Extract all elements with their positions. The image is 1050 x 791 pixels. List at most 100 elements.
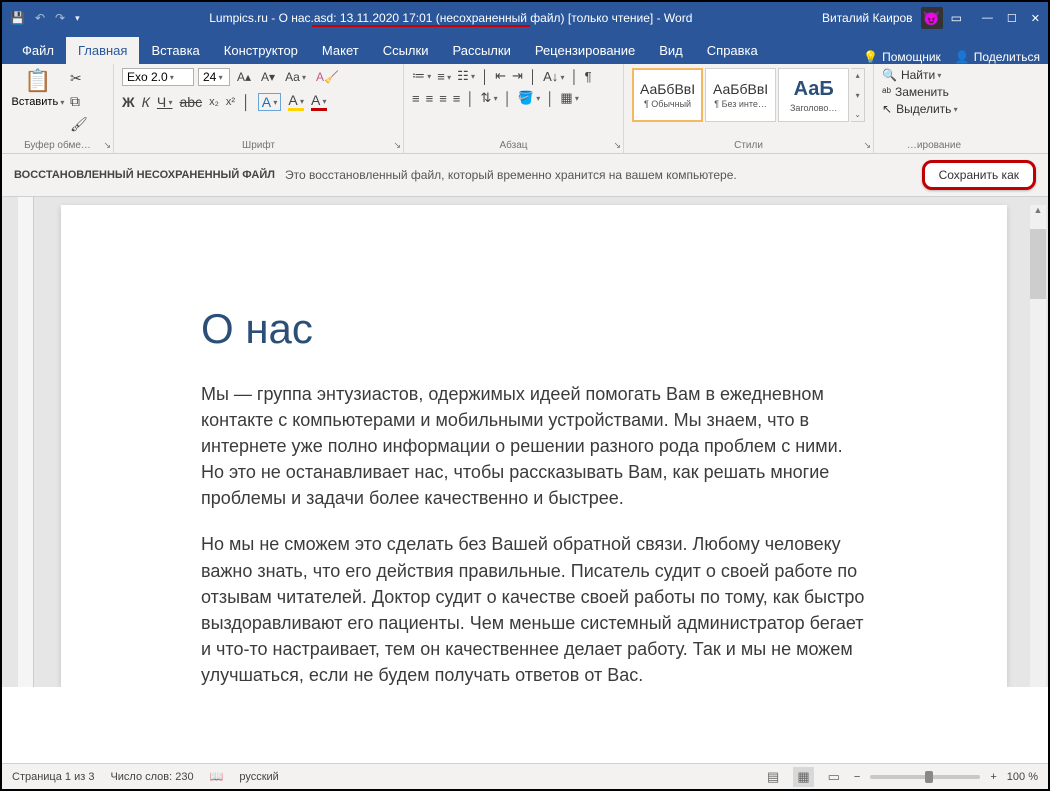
text-effects-button[interactable]: A [258, 93, 282, 111]
share-button[interactable]: 👤Поделиться [955, 50, 1040, 64]
group-editing-label: …ирование [882, 138, 986, 151]
vertical-ruler[interactable] [18, 197, 34, 687]
group-styles: АаБбВвI ¶ Обычный АаБбВвI ¶ Без инте… Аа… [624, 64, 874, 153]
group-styles-label: Стили [632, 138, 865, 151]
clear-format-icon[interactable]: A🧹 [313, 70, 342, 84]
undo-icon[interactable]: ↶ [35, 11, 45, 25]
tell-me[interactable]: 💡Помощник [863, 50, 941, 64]
shading-icon[interactable]: 🪣 [518, 90, 540, 106]
tab-view[interactable]: Вид [647, 37, 695, 64]
tab-help[interactable]: Справка [695, 37, 770, 64]
italic-button[interactable]: К [142, 94, 150, 110]
window-title: Lumpics.ru - О нас.asd: 13.11.2020 17:01… [80, 11, 822, 25]
tab-design[interactable]: Конструктор [212, 37, 310, 64]
superscript-button[interactable]: x² [226, 96, 235, 108]
copy-icon[interactable]: ⧉ [70, 93, 88, 110]
bullets-icon[interactable]: ≔ [412, 68, 431, 84]
proofing-icon[interactable]: 📖 [210, 770, 224, 783]
close-icon[interactable]: ✕ [1031, 12, 1040, 25]
cut-icon[interactable]: ✂ [70, 70, 88, 87]
redo-icon[interactable]: ↷ [55, 11, 65, 25]
change-case-icon[interactable]: Aa [282, 70, 309, 84]
strike-button[interactable]: abc [180, 94, 203, 110]
group-font: Exo 2.0 24 A▴ A▾ Aa A🧹 Ж К Ч abc x₂ x² │… [114, 64, 404, 153]
align-center-icon[interactable]: ≡ [426, 91, 434, 106]
sort-icon[interactable]: A↓ [543, 69, 564, 84]
align-right-icon[interactable]: ≡ [439, 91, 447, 106]
recovery-title: ВОССТАНОВЛЕННЫЙ НЕСОХРАНЕННЫЙ ФАЙЛ [14, 169, 275, 181]
grow-font-icon[interactable]: A▴ [234, 70, 254, 84]
multilevel-icon[interactable]: ☷ [457, 68, 475, 84]
scroll-thumb[interactable] [1030, 229, 1046, 299]
titlebar: 💾 ↶ ↷ ▾ Lumpics.ru - О нас.asd: 13.11.20… [2, 2, 1048, 34]
tab-home[interactable]: Главная [66, 37, 139, 64]
view-read-icon[interactable]: ▤ [763, 767, 783, 787]
ribbon-tabs: Файл Главная Вставка Конструктор Макет С… [2, 34, 1048, 64]
zoom-in-icon[interactable]: + [990, 771, 996, 783]
replace-icon: ᵃᵇ [882, 85, 891, 99]
shrink-font-icon[interactable]: A▾ [258, 70, 278, 84]
save-icon[interactable]: 💾 [10, 11, 25, 25]
group-font-label: Шрифт [122, 138, 395, 151]
tab-layout[interactable]: Макет [310, 37, 371, 64]
show-marks-icon[interactable]: ¶ [585, 69, 592, 84]
style-no-spacing[interactable]: АаБбВвI ¶ Без инте… [705, 68, 776, 122]
bold-button[interactable]: Ж [122, 94, 135, 110]
highlight-button[interactable]: A [288, 92, 304, 111]
tab-references[interactable]: Ссылки [371, 37, 441, 64]
subscript-button[interactable]: x₂ [209, 96, 219, 108]
status-page[interactable]: Страница 1 из 3 [12, 771, 94, 783]
save-as-button[interactable]: Сохранить как [922, 160, 1036, 190]
clipboard-icon: 📋 [24, 68, 51, 94]
user-avatar[interactable]: 😈 [921, 7, 943, 29]
status-language[interactable]: русский [239, 771, 278, 783]
font-launcher-icon[interactable]: ↘ [393, 140, 401, 151]
font-size-select[interactable]: 24 [198, 68, 230, 86]
zoom-slider[interactable] [870, 775, 980, 779]
borders-icon[interactable]: ▦ [560, 90, 579, 106]
indent-icon[interactable]: ⇥ [512, 68, 523, 84]
group-paragraph-label: Абзац [412, 138, 615, 151]
line-spacing-icon[interactable]: ⇅ [481, 90, 498, 106]
align-left-icon[interactable]: ≡ [412, 91, 420, 106]
format-painter-icon[interactable]: 🖌 [70, 116, 88, 133]
maximize-icon[interactable]: ☐ [1007, 12, 1017, 25]
style-normal[interactable]: АаБбВвI ¶ Обычный [632, 68, 703, 122]
document-area: О нас Мы — группа энтузиастов, одержимых… [2, 197, 1048, 687]
find-button[interactable]: 🔍Найти [882, 68, 941, 82]
user-name[interactable]: Виталий Каиров [822, 11, 913, 25]
outdent-icon[interactable]: ⇤ [495, 68, 506, 84]
paragraph-launcher-icon[interactable]: ↘ [613, 140, 621, 151]
zoom-out-icon[interactable]: − [854, 771, 860, 783]
ribbon: 📋 Вставить ✂ ⧉ 🖌 Буфер обме… ↘ Exo 2.0 2… [2, 64, 1048, 154]
doc-heading: О нас [201, 305, 867, 353]
lightbulb-icon: 💡 [863, 50, 878, 64]
styles-launcher-icon[interactable]: ↘ [863, 140, 871, 151]
scroll-up-icon[interactable]: ▲ [1030, 205, 1046, 215]
ribbon-display-icon[interactable]: ▭ [951, 11, 962, 25]
group-editing: 🔍Найти ᵃᵇЗаменить ↖Выделить …ирование [874, 64, 994, 153]
status-words[interactable]: Число слов: 230 [110, 771, 193, 783]
tab-insert[interactable]: Вставка [139, 37, 211, 64]
zoom-level[interactable]: 100 % [1007, 771, 1038, 783]
font-name-select[interactable]: Exo 2.0 [122, 68, 194, 86]
styles-gallery-more[interactable]: ▴▾⌄ [851, 68, 865, 122]
underline-button[interactable]: Ч [157, 94, 173, 110]
tab-file[interactable]: Файл [10, 37, 66, 64]
clipboard-launcher-icon[interactable]: ↘ [103, 140, 111, 151]
tab-mailings[interactable]: Рассылки [440, 37, 522, 64]
document-page[interactable]: О нас Мы — группа энтузиастов, одержимых… [61, 205, 1007, 687]
search-icon: 🔍 [882, 68, 897, 82]
tab-review[interactable]: Рецензирование [523, 37, 647, 64]
justify-icon[interactable]: ≡ [453, 91, 461, 106]
select-button[interactable]: ↖Выделить [882, 102, 958, 116]
font-color-button[interactable]: A [311, 92, 327, 111]
vertical-scrollbar[interactable]: ▲ [1030, 205, 1046, 687]
numbering-icon[interactable]: ≡ [437, 69, 451, 84]
view-web-icon[interactable]: ▭ [824, 767, 844, 787]
replace-button[interactable]: ᵃᵇЗаменить [882, 85, 949, 99]
minimize-icon[interactable]: — [982, 12, 993, 25]
paste-button[interactable]: 📋 Вставить [10, 68, 66, 108]
style-heading[interactable]: АаБ Заголово… [778, 68, 849, 122]
view-print-icon[interactable]: ▦ [793, 767, 813, 787]
